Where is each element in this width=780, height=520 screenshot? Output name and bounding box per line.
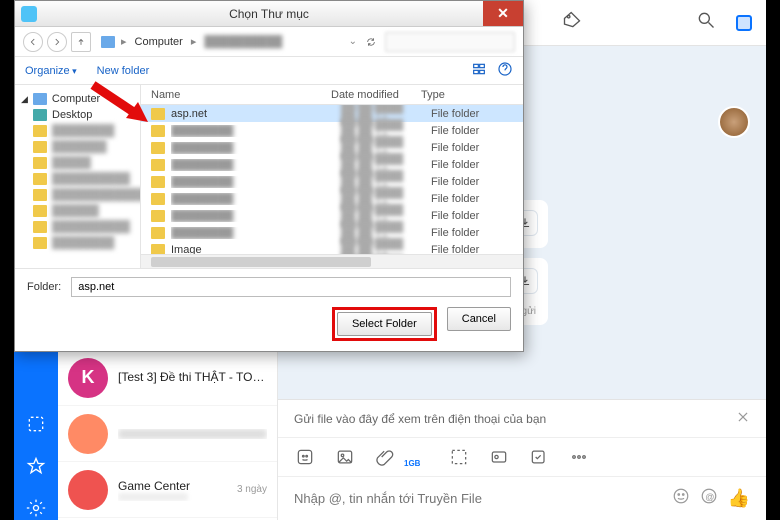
organize-menu[interactable]: Organize bbox=[25, 65, 77, 77]
avatar bbox=[68, 470, 108, 510]
nav-tree[interactable]: ◢Computer Desktop ████████ ███████ █████… bbox=[15, 85, 141, 268]
conversation-item[interactable] bbox=[58, 406, 277, 462]
select-folder-button[interactable]: Select Folder bbox=[337, 312, 432, 336]
file-row[interactable]: ████████ ██/██/████ ██:██ SA File folder bbox=[141, 173, 523, 190]
file-row[interactable]: ████████ ██/██/████ ██:██ SA File folder bbox=[141, 190, 523, 207]
folder-picker-dialog: Chọn Thư mục ✕ ▸ Computer ▸ ██████████ ⌄… bbox=[14, 0, 524, 352]
attach-icon[interactable] bbox=[374, 446, 396, 468]
breadcrumb[interactable]: ██████████ bbox=[204, 36, 282, 48]
file-row[interactable]: ████████ ██/██/████ ██:██ SA File folder bbox=[141, 156, 523, 173]
more-icon[interactable] bbox=[568, 446, 590, 468]
composer-toolbar: 1GB bbox=[278, 438, 766, 477]
horizontal-scrollbar[interactable] bbox=[141, 254, 523, 268]
pc-icon bbox=[33, 93, 47, 105]
help-button[interactable] bbox=[497, 61, 513, 80]
cancel-button[interactable]: Cancel bbox=[447, 307, 511, 331]
file-row[interactable]: ████████ ██/██/████ ██:██ SA File folder bbox=[141, 122, 523, 139]
avatar: K bbox=[68, 358, 108, 398]
card-icon[interactable] bbox=[488, 446, 510, 468]
forward-button[interactable] bbox=[47, 32, 67, 52]
folder-icon bbox=[151, 142, 165, 154]
attach-limit: 1GB bbox=[404, 459, 420, 468]
conversation-title: [Test 3] Đề thi THẬT - TOEI… bbox=[118, 370, 267, 384]
dialog-nav: ▸ Computer ▸ ██████████ ⌄ bbox=[15, 27, 523, 57]
file-list: Name Date modified Type asp.net ██/██/██… bbox=[141, 85, 523, 268]
new-folder-button[interactable]: New folder bbox=[97, 65, 150, 77]
sticker-icon[interactable] bbox=[294, 446, 316, 468]
dialog-title: Chọn Thư mục bbox=[229, 7, 309, 21]
star-icon[interactable] bbox=[24, 454, 48, 478]
close-button[interactable]: ✕ bbox=[483, 1, 523, 26]
capture-icon[interactable] bbox=[24, 412, 48, 436]
emoji-icon[interactable] bbox=[672, 487, 690, 510]
dialog-toolbar: Organize New folder bbox=[15, 57, 523, 85]
conversation-item[interactable]: K [Test 3] Đề thi THẬT - TOEI…N bbox=[58, 350, 277, 406]
file-row[interactable]: asp.net ██/██/████ ██:██ SA File folder bbox=[141, 105, 523, 122]
screenshot-icon[interactable] bbox=[448, 446, 470, 468]
folder-icon bbox=[151, 227, 165, 239]
folder-icon bbox=[151, 210, 165, 222]
folder-icon bbox=[151, 159, 165, 171]
up-button[interactable] bbox=[71, 32, 91, 52]
file-row[interactable]: Image ██/██/████ ██:██ SA File folder bbox=[141, 241, 523, 254]
tag-icon[interactable] bbox=[562, 10, 582, 35]
folder-input[interactable] bbox=[71, 277, 511, 297]
conversation-title: Game Center bbox=[118, 479, 227, 493]
refresh-button[interactable] bbox=[361, 32, 381, 52]
folder-icon bbox=[151, 176, 165, 188]
svg-text:@: @ bbox=[705, 492, 714, 502]
breadcrumb[interactable]: Computer bbox=[135, 36, 183, 48]
search-input[interactable] bbox=[385, 32, 515, 52]
panel-toggle[interactable] bbox=[736, 15, 752, 31]
folder-icon bbox=[151, 108, 165, 120]
image-icon[interactable] bbox=[334, 446, 356, 468]
app-icon bbox=[21, 6, 37, 22]
file-row[interactable]: ████████ ██/██/████ ██:██ SA File folder bbox=[141, 207, 523, 224]
dialog-titlebar: Chọn Thư mục ✕ bbox=[15, 1, 523, 27]
mention-icon[interactable]: @ bbox=[700, 487, 718, 510]
folder-icon bbox=[151, 125, 165, 137]
composer: Gửi file vào đây để xem trên điện thoại … bbox=[278, 399, 766, 520]
file-row[interactable]: ████████ ██/██/████ ██:██ SA File folder bbox=[141, 224, 523, 241]
folder-label: Folder: bbox=[27, 281, 61, 293]
sender-avatar bbox=[718, 106, 750, 138]
message-input[interactable] bbox=[294, 491, 662, 506]
thumbs-up-button[interactable]: 👍 bbox=[728, 488, 750, 509]
task-icon[interactable] bbox=[528, 446, 550, 468]
conversation-time: 3 ngày bbox=[237, 484, 267, 495]
column-headers[interactable]: Name Date modified Type bbox=[141, 85, 523, 105]
file-row[interactable]: ████████ ██/██/████ ██:██ SA File folder bbox=[141, 139, 523, 156]
conversation-item[interactable]: Game Center 3 ngày bbox=[58, 462, 277, 518]
view-menu[interactable] bbox=[471, 61, 487, 80]
folder-icon bbox=[151, 193, 165, 205]
folder-icon bbox=[151, 244, 165, 255]
close-hint-button[interactable] bbox=[736, 410, 750, 427]
pc-icon bbox=[101, 36, 115, 48]
back-button[interactable] bbox=[23, 32, 43, 52]
settings-icon[interactable] bbox=[24, 496, 48, 520]
search-icon[interactable] bbox=[696, 10, 716, 35]
composer-hint: Gửi file vào đây để xem trên điện thoại … bbox=[294, 412, 546, 426]
annotation-highlight: Select Folder bbox=[332, 307, 437, 341]
avatar bbox=[68, 414, 108, 454]
